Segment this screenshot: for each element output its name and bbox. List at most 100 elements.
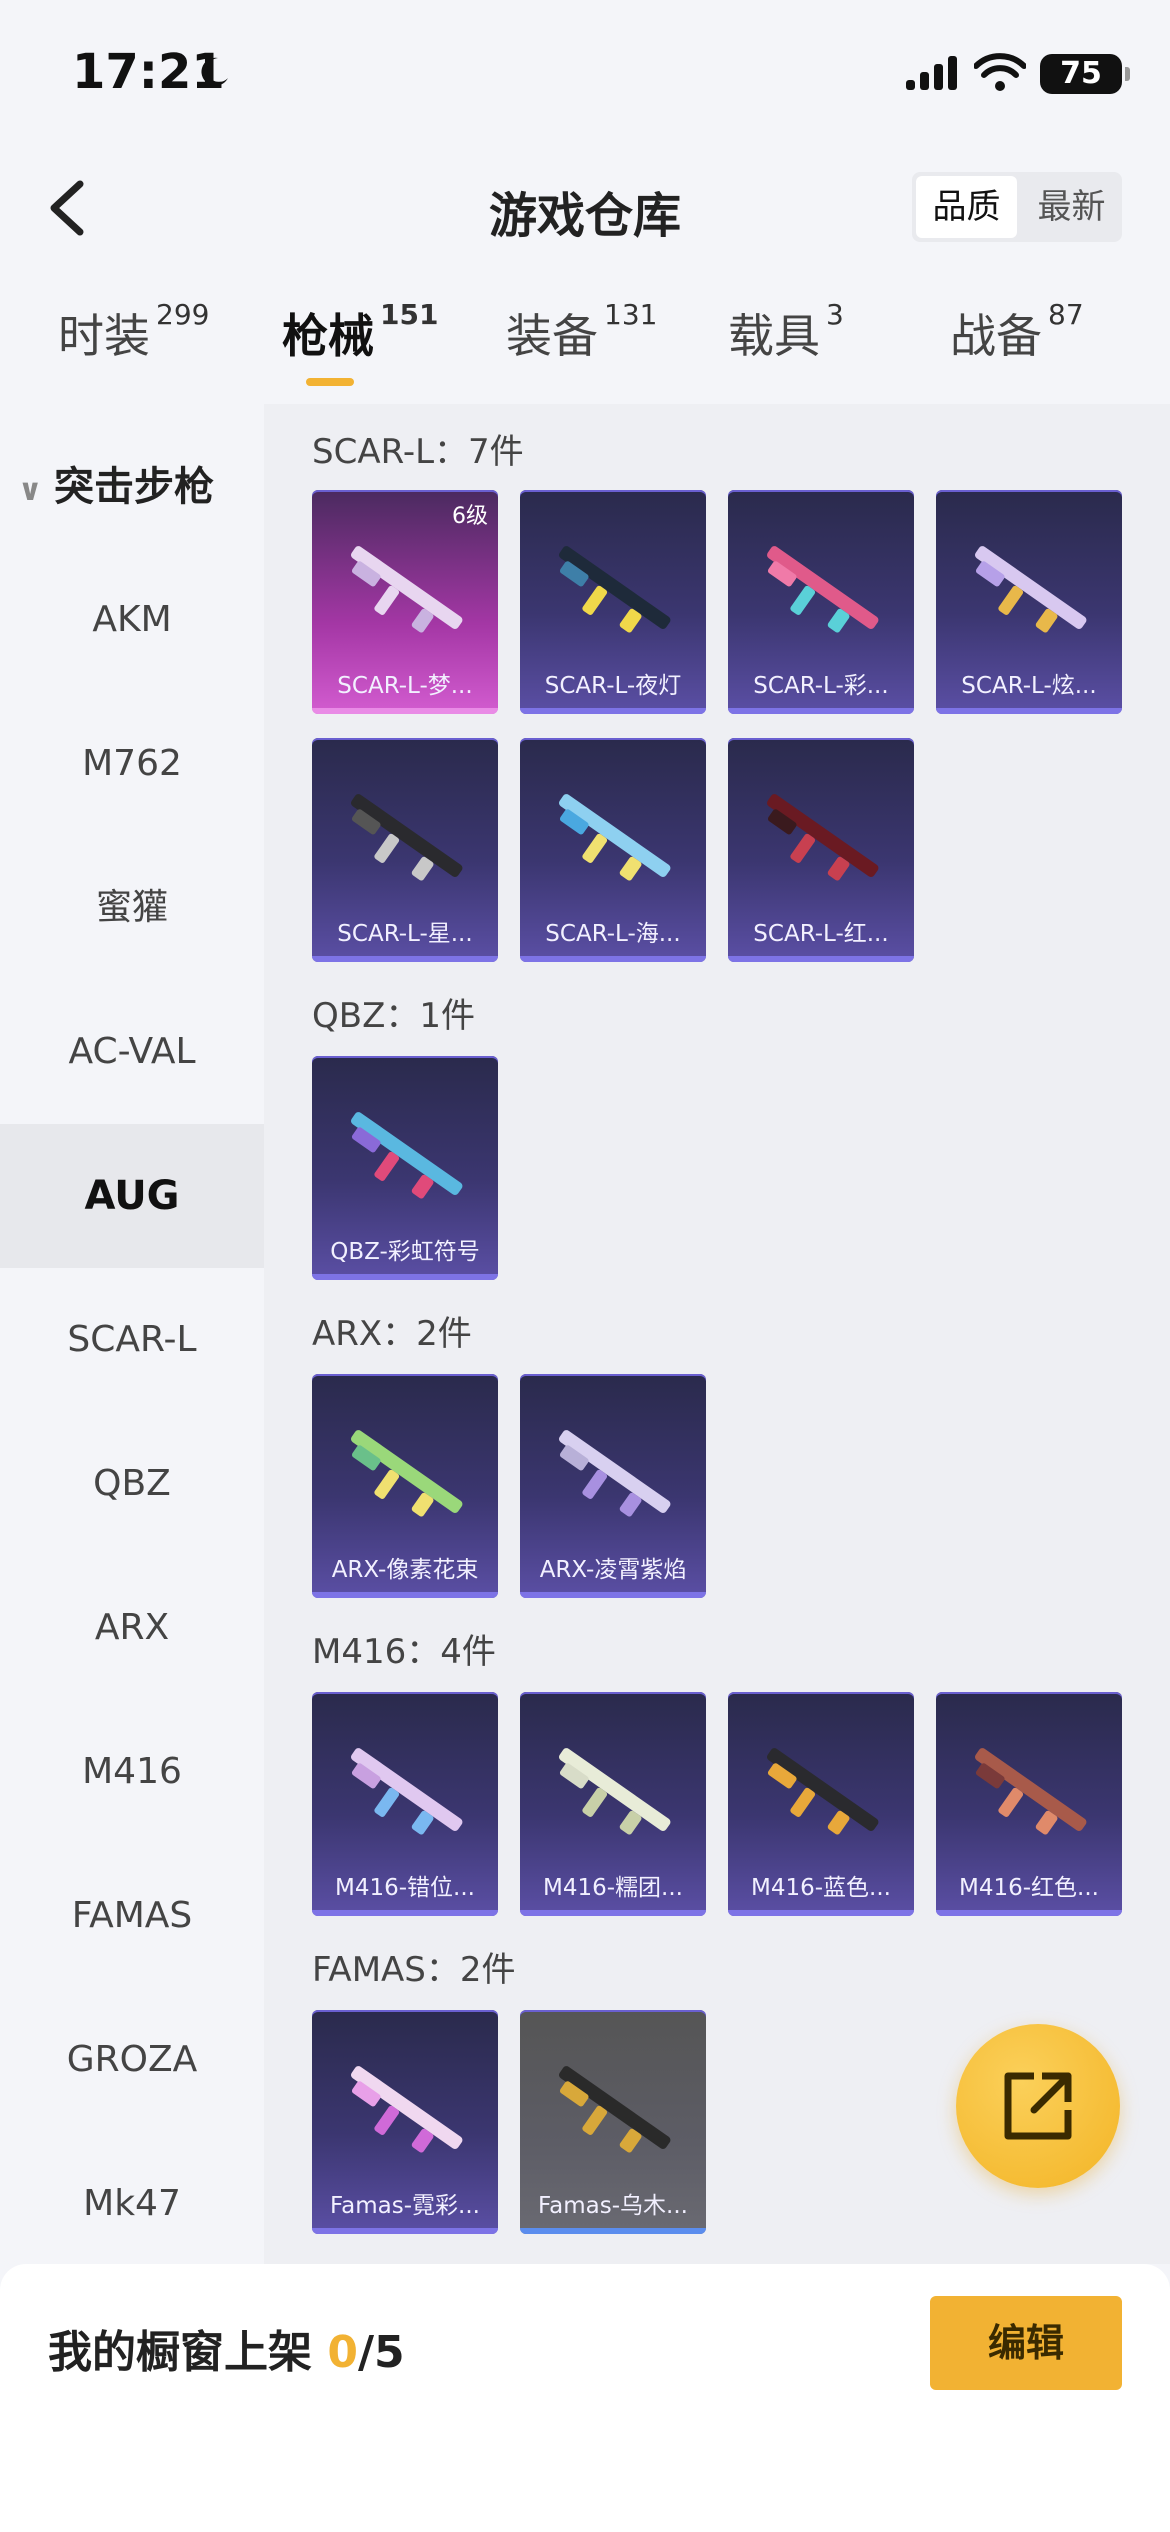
sidebar-item-m416[interactable]: M416 (0, 1700, 264, 1844)
item-name: QBZ-彩虹符号 (330, 1239, 480, 1265)
group-title-m416: M416：4件 (312, 1632, 496, 1672)
sidebar-item-m762[interactable]: M762 (0, 692, 264, 836)
tab-fashion[interactable]: 时装 299 (58, 297, 210, 366)
chevron-down-icon: ∨ (18, 473, 43, 508)
showcase-label: 我的橱窗上架 (48, 2327, 312, 2378)
tab-label: 枪械 (282, 309, 374, 363)
status-bar: 17:21 75 (0, 0, 1170, 150)
showcase-total: /5 (357, 2327, 405, 2378)
item-name: SCAR-L-彩... (753, 673, 889, 699)
gun-icon (351, 1430, 463, 1517)
item-name: M416-蓝色... (751, 1875, 891, 1901)
group-title-famas: FAMAS：2件 (312, 1950, 516, 1990)
sidebar-group-label: 突击步枪 (54, 464, 214, 510)
gun-icon (975, 546, 1087, 633)
item-grid: SCAR-L：7件 6级 SCAR-L-梦... SCAR-L-夜灯 SCAR-… (264, 404, 1170, 2264)
edit-button[interactable]: 编辑 (930, 2296, 1122, 2390)
gun-icon (767, 1748, 879, 1835)
item-name: Famas-霓彩... (330, 2193, 480, 2219)
item-name: SCAR-L-夜灯 (544, 673, 682, 699)
item-card[interactable]: SCAR-L-海... (520, 738, 706, 962)
share-button[interactable] (956, 2024, 1120, 2188)
item-name: SCAR-L-红... (753, 921, 889, 947)
gun-icon (351, 546, 463, 633)
sidebar-item-ac-val[interactable]: AC-VAL (0, 980, 264, 1124)
item-card[interactable]: M416-糯团... (520, 1692, 706, 1916)
sidebar-item-aug[interactable]: AUG (0, 1124, 264, 1268)
item-name: M416-红色... (959, 1875, 1099, 1901)
tab-label: 战备 (950, 309, 1042, 363)
showcase-status: 我的橱窗上架 0/5 (48, 2316, 405, 2380)
tab-count: 299 (156, 297, 210, 331)
sidebar-item-scar-l[interactable]: SCAR-L (0, 1268, 264, 1412)
gun-icon (559, 546, 671, 633)
item-card[interactable]: Famas-乌木... (520, 2010, 706, 2234)
sidebar-item-groza[interactable]: GROZA (0, 1988, 264, 2132)
item-name: SCAR-L-梦... (337, 673, 473, 699)
wifi-icon (974, 53, 1026, 91)
gun-icon (767, 546, 879, 633)
item-name: ARX-凌霄紫焰 (539, 1557, 687, 1583)
battery-indicator: 75 (1040, 54, 1130, 94)
item-card[interactable]: ARX-凌霄紫焰 (520, 1374, 706, 1598)
item-name: SCAR-L-海... (545, 921, 681, 947)
sort-latest-button[interactable]: 最新 (1021, 172, 1122, 242)
showcase-count: 0 (327, 2327, 358, 2378)
gun-icon (559, 1430, 671, 1517)
item-card[interactable]: Famas-霓彩... (312, 2010, 498, 2234)
sidebar-group-assault-rifle[interactable]: ∨ 突击步枪 (18, 454, 214, 512)
item-card[interactable]: SCAR-L-红... (728, 738, 914, 962)
item-name: SCAR-L-星... (337, 921, 473, 947)
share-icon (1004, 2072, 1072, 2140)
tab-count: 151 (380, 297, 439, 331)
tab-supplies[interactable]: 战备 87 (950, 297, 1084, 366)
item-name: M416-糯团... (543, 1875, 683, 1901)
gun-icon (559, 794, 671, 881)
tab-firearms[interactable]: 枪械 151 (282, 297, 439, 366)
tab-count: 131 (604, 297, 658, 331)
gun-icon (351, 2066, 463, 2153)
item-card[interactable]: ARX-像素花束 (312, 1374, 498, 1598)
item-name: ARX-像素花束 (331, 1557, 479, 1583)
item-card[interactable]: M416-蓝色... (728, 1692, 914, 1916)
gun-icon (559, 1748, 671, 1835)
sidebar-item-arx[interactable]: ARX (0, 1556, 264, 1700)
item-card[interactable]: M416-红色... (936, 1692, 1122, 1916)
bottom-bar: 我的橱窗上架 0/5 编辑 (0, 2264, 1170, 2532)
sidebar-item-akm[interactable]: AKM (0, 548, 264, 692)
sidebar-item-qbz[interactable]: QBZ (0, 1412, 264, 1556)
signal-icon (906, 56, 957, 90)
group-title-qbz: QBZ：1件 (312, 996, 476, 1036)
tab-label: 时装 (58, 309, 150, 363)
moon-icon (201, 57, 228, 86)
tab-count: 3 (826, 297, 844, 331)
item-card[interactable]: SCAR-L-炫... (936, 490, 1122, 714)
gun-icon (767, 794, 879, 881)
item-card[interactable]: SCAR-L-彩... (728, 490, 914, 714)
gun-icon (351, 1748, 463, 1835)
gun-icon (351, 1112, 463, 1199)
sort-quality-button[interactable]: 品质 (916, 176, 1017, 238)
gun-icon (975, 1748, 1087, 1835)
tab-label: 载具 (728, 309, 820, 363)
tab-count: 87 (1048, 297, 1084, 331)
tab-equipment[interactable]: 装备 131 (506, 297, 658, 366)
item-name: Famas-乌木... (538, 2193, 688, 2219)
item-card[interactable]: QBZ-彩虹符号 (312, 1056, 498, 1280)
sidebar-item-mk47[interactable]: Mk47 (0, 2132, 264, 2276)
sidebar-item-honey-badger[interactable]: 蜜獾 (0, 836, 264, 980)
item-card[interactable]: M416-错位... (312, 1692, 498, 1916)
active-tab-indicator (306, 378, 354, 386)
tab-label: 装备 (506, 309, 598, 363)
sort-toggle[interactable]: 品质 最新 (912, 172, 1122, 242)
weapon-type-sidebar: ∨ 突击步枪 AKM M762 蜜獾 AC-VAL AUG SCAR-L QBZ … (0, 404, 264, 2264)
item-card[interactable]: SCAR-L-夜灯 (520, 490, 706, 714)
tab-vehicles[interactable]: 载具 3 (728, 297, 844, 366)
group-title-arx: ARX：2件 (312, 1314, 472, 1354)
item-card[interactable]: SCAR-L-星... (312, 738, 498, 962)
gun-icon (559, 2066, 671, 2153)
item-card[interactable]: 6级 SCAR-L-梦... (312, 490, 498, 714)
back-icon[interactable] (40, 176, 100, 240)
gun-icon (351, 794, 463, 881)
sidebar-item-famas[interactable]: FAMAS (0, 1844, 264, 1988)
